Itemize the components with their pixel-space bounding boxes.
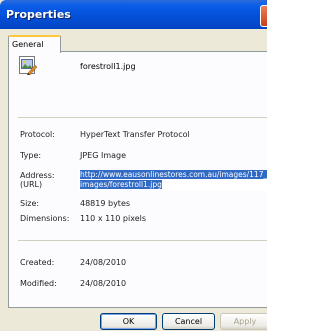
properties-dialog: Properties General forestroll1.jpg Proto…: [0, 0, 267, 331]
address-url-label: (URL): [20, 180, 43, 189]
divider: [18, 240, 267, 241]
file-name: forestroll1.jpg: [80, 62, 136, 71]
address-value[interactable]: http://www.eausonlinestores.com.au/image…: [80, 170, 267, 190]
size-value: 48819 bytes: [80, 199, 131, 208]
close-button[interactable]: [260, 5, 267, 27]
tab-general[interactable]: General: [8, 35, 61, 53]
size-label: Size:: [20, 199, 40, 208]
protocol-label: Protocol:: [20, 130, 55, 139]
type-value: JPEG Image: [80, 151, 127, 160]
divider: [18, 117, 267, 118]
type-label: Type:: [20, 151, 42, 160]
created-label: Created:: [20, 258, 55, 267]
address-label: Address:: [20, 171, 55, 180]
modified-label: Modified:: [20, 279, 57, 288]
created-value: 24/08/2010: [80, 258, 127, 267]
protocol-value: HyperText Transfer Protocol: [80, 130, 190, 139]
modified-value: 24/08/2010: [80, 279, 127, 288]
ok-button[interactable]: OK: [100, 313, 157, 330]
address-selection[interactable]: http://www.eausonlinestores.com.au/image…: [80, 170, 267, 189]
window-title: Properties: [6, 8, 71, 21]
dimensions-value: 110 x 110 pixels: [80, 214, 147, 223]
dimensions-label: Dimensions:: [20, 214, 70, 223]
apply-button[interactable]: Apply: [220, 313, 267, 330]
cancel-button[interactable]: Cancel: [162, 313, 215, 330]
image-file-icon: [19, 56, 37, 75]
title-bar[interactable]: Properties: [0, 0, 267, 29]
